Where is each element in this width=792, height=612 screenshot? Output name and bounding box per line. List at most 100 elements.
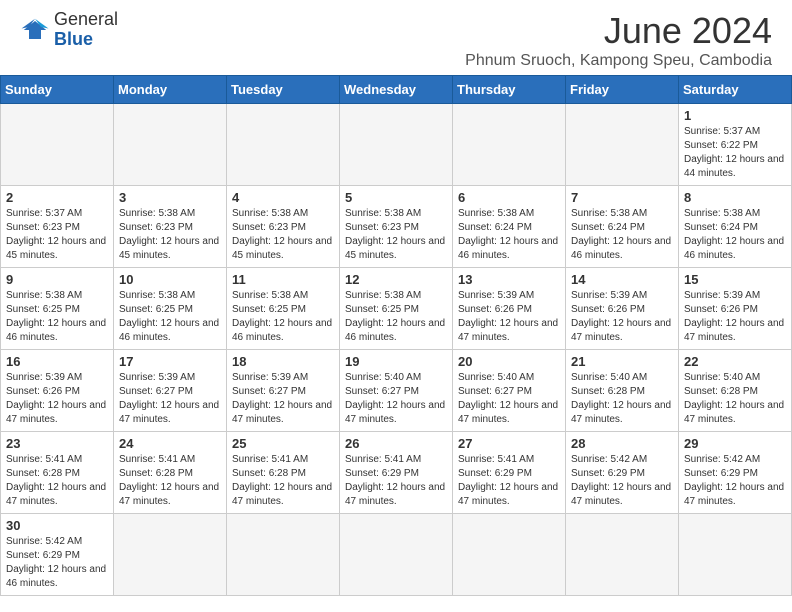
calendar-cell: 8 Sunrise: 5:38 AMSunset: 6:24 PMDaylight… xyxy=(679,186,792,268)
day-number: 13 xyxy=(458,272,560,287)
calendar-row-6: 30 Sunrise: 5:42 AMSunset: 6:29 PMDayligh… xyxy=(1,514,792,596)
calendar-cell xyxy=(227,104,340,186)
day-info: Sunrise: 5:38 AMSunset: 6:25 PMDaylight:… xyxy=(345,289,447,345)
calendar-row-1: 1Sunrise: 5:37 AMSunset: 6:22 PMDaylight… xyxy=(1,104,792,186)
calendar-cell: 5 Sunrise: 5:38 AMSunset: 6:23 PMDaylight… xyxy=(340,186,453,268)
logo-bird-icon xyxy=(20,15,50,45)
calendar-cell: 20 Sunrise: 5:40 AMSunset: 6:27 PMDayligh… xyxy=(453,350,566,432)
day-number: 20 xyxy=(458,354,560,369)
calendar-cell: 23 Sunrise: 5:41 AMSunset: 6:28 PMDayligh… xyxy=(1,432,114,514)
page-header: General Blue June 2024 Phnum Sruoch, Kam… xyxy=(0,0,792,75)
day-info: Sunrise: 5:38 AMSunset: 6:25 PMDaylight:… xyxy=(119,289,221,345)
title-block: June 2024 Phnum Sruoch, Kampong Speu, Ca… xyxy=(465,10,772,70)
calendar-cell: 25Sunrise: 5:41 AMSunset: 6:28 PMDayligh… xyxy=(227,432,340,514)
day-number: 24 xyxy=(119,436,221,451)
day-number: 27 xyxy=(458,436,560,451)
calendar-table: Sunday Monday Tuesday Wednesday Thursday… xyxy=(0,75,792,596)
calendar-cell xyxy=(227,514,340,596)
day-number: 11 xyxy=(232,272,334,287)
calendar-cell: 28Sunrise: 5:42 AMSunset: 6:29 PMDayligh… xyxy=(566,432,679,514)
calendar-cell: 1Sunrise: 5:37 AMSunset: 6:22 PMDaylight… xyxy=(679,104,792,186)
calendar-cell xyxy=(453,104,566,186)
day-info: Sunrise: 5:38 AMSunset: 6:24 PMDaylight:… xyxy=(458,207,560,263)
col-wednesday: Wednesday xyxy=(340,76,453,104)
day-number: 9 xyxy=(6,272,108,287)
col-thursday: Thursday xyxy=(453,76,566,104)
day-number: 26 xyxy=(345,436,447,451)
day-number: 23 xyxy=(6,436,108,451)
day-info: Sunrise: 5:39 AMSunset: 6:26 PMDaylight:… xyxy=(458,289,560,345)
day-number: 4 xyxy=(232,190,334,205)
calendar-cell: 4 Sunrise: 5:38 AMSunset: 6:23 PMDaylight… xyxy=(227,186,340,268)
day-info: Sunrise: 5:39 AMSunset: 6:27 PMDaylight:… xyxy=(232,371,334,427)
calendar-cell xyxy=(340,514,453,596)
calendar-cell: 14Sunrise: 5:39 AMSunset: 6:26 PMDayligh… xyxy=(566,268,679,350)
logo: General Blue xyxy=(20,10,118,50)
calendar-cell xyxy=(340,104,453,186)
calendar-cell: 24 Sunrise: 5:41 AMSunset: 6:28 PMDayligh… xyxy=(114,432,227,514)
day-info: Sunrise: 5:38 AMSunset: 6:25 PMDaylight:… xyxy=(6,289,108,345)
calendar-cell: 17 Sunrise: 5:39 AMSunset: 6:27 PMDayligh… xyxy=(114,350,227,432)
calendar-row-2: 2 Sunrise: 5:37 AMSunset: 6:23 PMDaylight… xyxy=(1,186,792,268)
day-info: Sunrise: 5:38 AMSunset: 6:23 PMDaylight:… xyxy=(345,207,447,263)
calendar-cell: 30 Sunrise: 5:42 AMSunset: 6:29 PMDayligh… xyxy=(1,514,114,596)
day-number: 29 xyxy=(684,436,786,451)
calendar-cell xyxy=(114,514,227,596)
day-number: 14 xyxy=(571,272,673,287)
col-friday: Friday xyxy=(566,76,679,104)
day-info: Sunrise: 5:42 AMSunset: 6:29 PMDaylight:… xyxy=(571,453,673,509)
calendar-header-row: Sunday Monday Tuesday Wednesday Thursday… xyxy=(1,76,792,104)
day-number: 15 xyxy=(684,272,786,287)
calendar-cell: 7Sunrise: 5:38 AMSunset: 6:24 PMDaylight… xyxy=(566,186,679,268)
day-number: 22 xyxy=(684,354,786,369)
page-container: General Blue June 2024 Phnum Sruoch, Kam… xyxy=(0,0,792,596)
calendar-cell: 16 Sunrise: 5:39 AMSunset: 6:26 PMDayligh… xyxy=(1,350,114,432)
day-number: 21 xyxy=(571,354,673,369)
col-tuesday: Tuesday xyxy=(227,76,340,104)
calendar-cell: 22Sunrise: 5:40 AMSunset: 6:28 PMDayligh… xyxy=(679,350,792,432)
day-info: Sunrise: 5:38 AMSunset: 6:24 PMDaylight:… xyxy=(684,207,786,263)
calendar-row-5: 23 Sunrise: 5:41 AMSunset: 6:28 PMDayligh… xyxy=(1,432,792,514)
day-number: 30 xyxy=(6,518,108,533)
calendar-cell: 13 Sunrise: 5:39 AMSunset: 6:26 PMDayligh… xyxy=(453,268,566,350)
col-saturday: Saturday xyxy=(679,76,792,104)
calendar-cell: 9 Sunrise: 5:38 AMSunset: 6:25 PMDaylight… xyxy=(1,268,114,350)
day-info: Sunrise: 5:41 AMSunset: 6:29 PMDaylight:… xyxy=(458,453,560,509)
calendar-cell xyxy=(566,104,679,186)
calendar-row-3: 9 Sunrise: 5:38 AMSunset: 6:25 PMDaylight… xyxy=(1,268,792,350)
col-sunday: Sunday xyxy=(1,76,114,104)
day-info: Sunrise: 5:39 AMSunset: 6:26 PMDaylight:… xyxy=(6,371,108,427)
day-info: Sunrise: 5:38 AMSunset: 6:24 PMDaylight:… xyxy=(571,207,673,263)
calendar-cell: 2 Sunrise: 5:37 AMSunset: 6:23 PMDaylight… xyxy=(1,186,114,268)
calendar-cell: 12Sunrise: 5:38 AMSunset: 6:25 PMDayligh… xyxy=(340,268,453,350)
day-number: 2 xyxy=(6,190,108,205)
day-info: Sunrise: 5:42 AMSunset: 6:29 PMDaylight:… xyxy=(6,535,108,591)
day-info: Sunrise: 5:38 AMSunset: 6:23 PMDaylight:… xyxy=(232,207,334,263)
day-info: Sunrise: 5:37 AMSunset: 6:23 PMDaylight:… xyxy=(6,207,108,263)
calendar-cell xyxy=(679,514,792,596)
day-number: 17 xyxy=(119,354,221,369)
day-number: 19 xyxy=(345,354,447,369)
day-number: 6 xyxy=(458,190,560,205)
subtitle: Phnum Sruoch, Kampong Speu, Cambodia xyxy=(465,52,772,70)
day-number: 5 xyxy=(345,190,447,205)
calendar-cell: 21 Sunrise: 5:40 AMSunset: 6:28 PMDayligh… xyxy=(566,350,679,432)
calendar-cell: 3Sunrise: 5:38 AMSunset: 6:23 PMDaylight… xyxy=(114,186,227,268)
day-info: Sunrise: 5:40 AMSunset: 6:27 PMDaylight:… xyxy=(458,371,560,427)
day-info: Sunrise: 5:41 AMSunset: 6:29 PMDaylight:… xyxy=(345,453,447,509)
day-info: Sunrise: 5:40 AMSunset: 6:27 PMDaylight:… xyxy=(345,371,447,427)
day-info: Sunrise: 5:41 AMSunset: 6:28 PMDaylight:… xyxy=(119,453,221,509)
day-info: Sunrise: 5:41 AMSunset: 6:28 PMDaylight:… xyxy=(232,453,334,509)
calendar-cell: 10Sunrise: 5:38 AMSunset: 6:25 PMDayligh… xyxy=(114,268,227,350)
day-info: Sunrise: 5:40 AMSunset: 6:28 PMDaylight:… xyxy=(571,371,673,427)
calendar-cell: 29Sunrise: 5:42 AMSunset: 6:29 PMDayligh… xyxy=(679,432,792,514)
day-number: 8 xyxy=(684,190,786,205)
day-number: 16 xyxy=(6,354,108,369)
day-info: Sunrise: 5:39 AMSunset: 6:27 PMDaylight:… xyxy=(119,371,221,427)
calendar-cell: 19 Sunrise: 5:40 AMSunset: 6:27 PMDayligh… xyxy=(340,350,453,432)
day-info: Sunrise: 5:41 AMSunset: 6:28 PMDaylight:… xyxy=(6,453,108,509)
day-info: Sunrise: 5:38 AMSunset: 6:23 PMDaylight:… xyxy=(119,207,221,263)
calendar-cell: 18Sunrise: 5:39 AMSunset: 6:27 PMDayligh… xyxy=(227,350,340,432)
calendar-cell: 6 Sunrise: 5:38 AMSunset: 6:24 PMDaylight… xyxy=(453,186,566,268)
calendar-row-4: 16 Sunrise: 5:39 AMSunset: 6:26 PMDayligh… xyxy=(1,350,792,432)
